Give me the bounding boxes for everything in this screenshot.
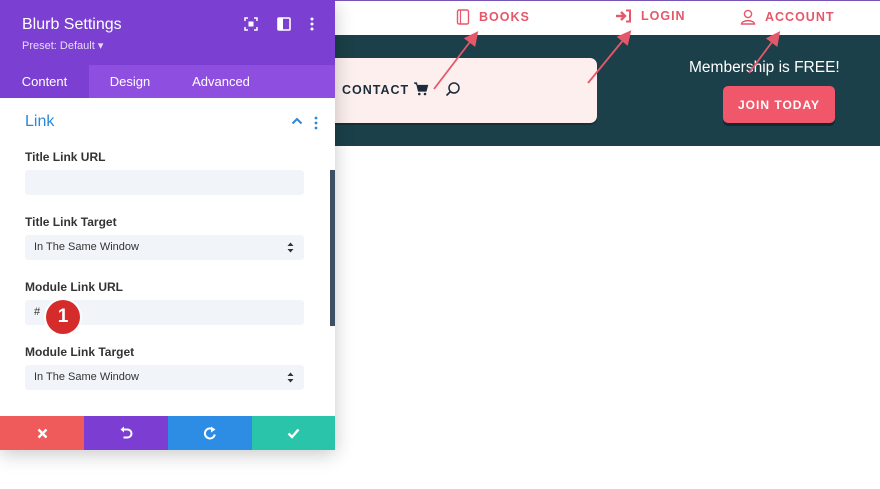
tab-content[interactable]: Content: [0, 65, 89, 98]
step-number-badge: 1: [46, 300, 80, 334]
join-today-button[interactable]: JOIN TODAY: [723, 86, 835, 123]
books-link[interactable]: BOOKS: [456, 9, 530, 25]
panel-title: Blurb Settings: [22, 16, 122, 33]
nav-contact-link[interactable]: CONTACT: [342, 83, 409, 97]
panel-header: Blurb Settings Preset: Default ▾: [0, 0, 335, 65]
module-link-target-value: In The Same Window: [34, 371, 139, 383]
section-options-icon[interactable]: [313, 116, 319, 130]
login-icon: [616, 9, 631, 23]
login-label: LOGIN: [641, 9, 686, 23]
title-link-url-label: Title Link URL: [25, 150, 106, 164]
preset-dropdown[interactable]: Preset: Default ▾: [22, 39, 103, 52]
select-arrows-icon: [287, 242, 294, 253]
redo-button[interactable]: [168, 416, 252, 450]
module-link-target-select[interactable]: In The Same Window: [25, 365, 304, 390]
chevron-up-icon[interactable]: [291, 116, 303, 126]
module-link-target-label: Module Link Target: [25, 345, 135, 359]
account-label: ACCOUNT: [765, 10, 835, 24]
books-label: BOOKS: [479, 10, 530, 24]
undo-button[interactable]: [84, 416, 168, 450]
split-view-icon[interactable]: [277, 17, 291, 31]
cart-icon[interactable]: [413, 82, 429, 96]
promo-text: Membership is FREE!: [689, 59, 840, 76]
title-link-target-label: Title Link Target: [25, 215, 117, 229]
title-link-target-value: In The Same Window: [34, 241, 139, 253]
user-icon: [740, 9, 756, 25]
checkmark-icon: [287, 428, 300, 439]
title-link-url-input[interactable]: [25, 170, 304, 195]
account-link[interactable]: ACCOUNT: [740, 9, 835, 25]
panel-scrollbar[interactable]: [330, 170, 335, 326]
panel-tabs: Content Design Advanced: [0, 65, 335, 98]
link-section-title[interactable]: Link: [25, 113, 54, 131]
select-arrows-icon: [287, 372, 294, 383]
fullscreen-icon[interactable]: [244, 17, 258, 31]
discard-button[interactable]: [0, 416, 84, 450]
title-link-target-select[interactable]: In The Same Window: [25, 235, 304, 260]
blurb-settings-panel: Blurb Settings Preset: Default ▾ Content…: [0, 0, 335, 450]
tab-advanced[interactable]: Advanced: [171, 65, 271, 98]
panel-action-bar: [0, 416, 335, 450]
close-icon: [37, 428, 47, 438]
page: BOOKS LOGIN ACCOUNT CONTACT Membership i…: [0, 0, 880, 489]
panel-body: Link Title Link URL Title Link Target In…: [0, 98, 335, 416]
redo-icon: [203, 426, 216, 440]
login-link[interactable]: LOGIN: [615, 9, 686, 23]
save-button[interactable]: [252, 416, 335, 450]
book-icon: [456, 9, 470, 25]
module-link-url-label: Module Link URL: [25, 280, 123, 294]
undo-icon: [120, 426, 133, 439]
more-options-icon[interactable]: [306, 17, 318, 31]
tab-design[interactable]: Design: [89, 65, 171, 98]
search-icon[interactable]: [445, 81, 461, 97]
